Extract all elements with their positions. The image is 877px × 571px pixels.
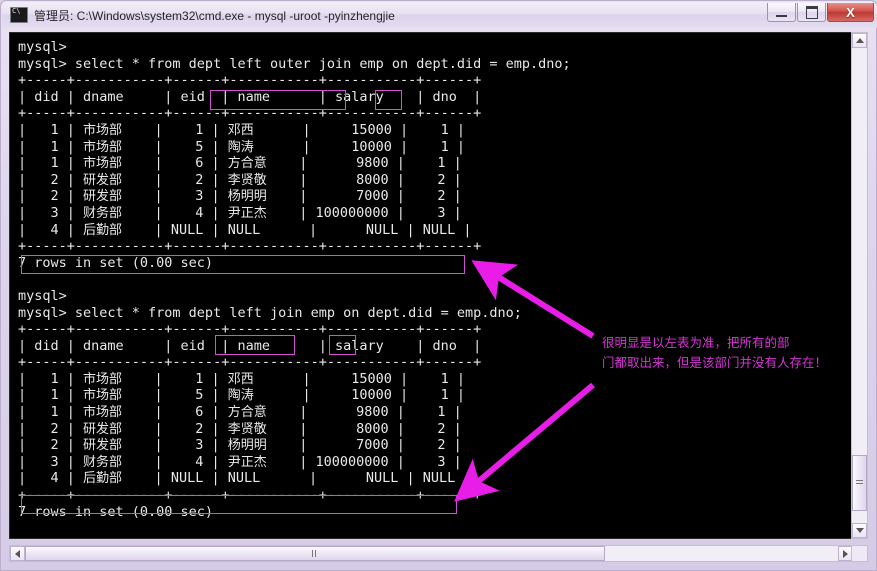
terminal-line: mysql>	[18, 537, 853, 538]
terminal-line: +-----+-----------+------+-----------+--…	[18, 487, 482, 504]
terminal-line: +-----+-----------+------+-----------+--…	[18, 238, 482, 255]
terminal-line: +-----+-----------+------+-----------+--…	[18, 72, 482, 89]
terminal-cjk-text: 市场部	[83, 371, 123, 387]
terminal-line: mysql>	[18, 287, 67, 304]
terminal-line: +-----+-----------+------+-----------+--…	[18, 321, 482, 338]
terminal-line: | 3 | 财务部 | 4 | 尹正杰 | 100000000 | 3 |	[18, 453, 462, 470]
horizontal-scrollbar[interactable]	[9, 545, 854, 562]
scrollbar-corner	[851, 545, 868, 562]
terminal-line: | 1 | 市场部 | 1 | 邓西 | 15000 | 1 |	[18, 370, 466, 387]
chevron-right-icon	[843, 549, 848, 558]
terminal-cjk-text: 尹正杰	[227, 454, 267, 470]
title-bar[interactable]: 管理员: C:\Windows\system32\cmd.exe - mysql…	[2, 2, 877, 28]
minimize-icon	[776, 14, 787, 17]
terminal-line: +-----+-----------+------+-----------+--…	[18, 354, 482, 371]
vertical-scrollbar[interactable]	[851, 32, 868, 539]
maximize-button[interactable]	[797, 3, 826, 22]
scroll-down-button[interactable]	[852, 523, 867, 538]
horizontal-scrollbar-thumb[interactable]	[25, 546, 605, 561]
terminal-line: | 1 | 市场部 | 6 | 方合意 | 9800 | 1 |	[18, 404, 462, 421]
minimize-button[interactable]	[767, 3, 796, 22]
terminal-cjk-text: 财务部	[83, 205, 123, 221]
terminal-cjk-text: 财务部	[83, 454, 123, 470]
window-title: 管理员: C:\Windows\system32\cmd.exe - mysql…	[34, 8, 395, 23]
terminal-cjk-text: 市场部	[83, 139, 123, 155]
window-controls: X	[767, 3, 874, 22]
terminal-cjk-text: 杨明明	[227, 189, 267, 205]
terminal-cjk-text: 研发部	[83, 438, 123, 454]
terminal-cjk-text: 陶涛	[227, 388, 254, 404]
chevron-down-icon	[855, 528, 864, 533]
terminal-line: mysql>	[18, 39, 67, 55]
terminal-line: | 1 | 市场部 | 5 | 陶涛 | 10000 | 1 |	[18, 138, 466, 155]
console-window: 管理员: C:\Windows\system32\cmd.exe - mysql…	[0, 0, 877, 571]
terminal-line: 7 rows in set (0.00 sec)	[18, 503, 214, 520]
terminal-cjk-text: 市场部	[83, 122, 123, 138]
terminal-cjk-text: 李贤敬	[227, 421, 267, 437]
terminal-line: | 3 | 财务部 | 4 | 尹正杰 | 100000000 | 3 |	[18, 204, 462, 221]
terminal-cjk-text: 方合意	[227, 156, 267, 172]
terminal-line: 7 rows in set (0.00 sec)	[18, 254, 214, 271]
scroll-left-button[interactable]	[10, 546, 25, 561]
grip-icon	[856, 480, 863, 486]
chevron-up-icon	[855, 38, 864, 43]
scroll-up-button[interactable]	[852, 33, 867, 48]
terminal-line: | 2 | 研发部 | 3 | 杨明明 | 7000 | 2 |	[18, 437, 462, 454]
terminal-cjk-text: 市场部	[83, 405, 123, 421]
terminal-cjk-text: 尹正杰	[227, 205, 267, 221]
terminal-cjk-text: 研发部	[83, 189, 123, 205]
grip-icon	[312, 550, 318, 557]
close-button[interactable]: X	[827, 3, 874, 22]
terminal-line: | 2 | 研发部 | 2 | 李贤敬 | 8000 | 2 |	[18, 171, 462, 188]
terminal-cjk-text: 邓西	[227, 371, 254, 387]
terminal-cjk-text: 市场部	[83, 156, 123, 172]
terminal-cjk-text: 陶涛	[227, 139, 254, 155]
chevron-left-icon	[15, 549, 20, 558]
maximize-icon	[805, 5, 818, 19]
terminal-line: | 1 | 市场部 | 5 | 陶涛 | 10000 | 1 |	[18, 387, 466, 404]
console-output-area[interactable]: mysql> mysql> select * from dept left out…	[9, 32, 854, 539]
terminal-line: | 1 | 市场部 | 1 | 邓西 | 15000 | 1 |	[18, 121, 466, 138]
terminal-line: | 4 | 后勤部 | NULL | NULL | NULL | NULL |	[18, 470, 472, 487]
terminal-cjk-text: 李贤敬	[227, 172, 267, 188]
terminal-line: | did | dname | eid | name | salary | dn…	[18, 337, 482, 354]
terminal-line: | 4 | 后勤部 | NULL | NULL | NULL | NULL |	[18, 221, 472, 238]
terminal-line: mysql> select * from dept left join emp …	[18, 304, 522, 321]
terminal-cjk-text: 研发部	[83, 172, 123, 188]
terminal-cjk-text: 后勤部	[83, 222, 123, 238]
terminal-line: | 2 | 研发部 | 2 | 李贤敬 | 8000 | 2 |	[18, 420, 462, 437]
vertical-scrollbar-thumb[interactable]	[852, 455, 867, 511]
terminal-cjk-text: 杨明明	[227, 438, 267, 454]
terminal-line: | 2 | 研发部 | 3 | 杨明明 | 7000 | 2 |	[18, 188, 462, 205]
terminal-line: +-----+-----------+------+-----------+--…	[18, 105, 482, 122]
terminal-line: | 1 | 市场部 | 6 | 方合意 | 9800 | 1 |	[18, 155, 462, 172]
terminal-cjk-text: 市场部	[83, 388, 123, 404]
terminal-cjk-text: 邓西	[227, 122, 254, 138]
terminal-line: | did | dname | eid | name | salary | dn…	[18, 88, 482, 105]
terminal-cjk-text: 研发部	[83, 421, 123, 437]
cmd-icon	[10, 7, 28, 23]
terminal-cjk-text: 方合意	[227, 405, 267, 421]
terminal-line: mysql> select * from dept left outer joi…	[18, 55, 571, 72]
terminal-text: mysql> mysql> select * from dept left out…	[10, 33, 853, 538]
terminal-cjk-text: 后勤部	[83, 471, 123, 487]
